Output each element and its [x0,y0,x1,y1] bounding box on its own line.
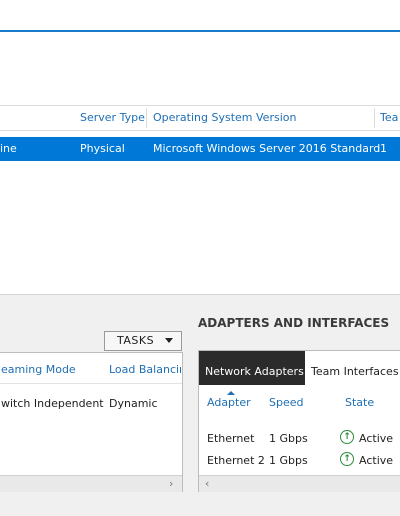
adapter-row[interactable]: Ethernet 2 1 Gbps ↑ Active [199,451,400,471]
adapter-speed: 1 Gbps [269,432,308,445]
column-header-state[interactable]: State [345,396,374,409]
adapters-panel: Network Adapters Team Interfaces Adapter… [198,350,400,492]
server-name: ine [0,142,17,155]
servers-table-header: Server Type Operating System Version Tea [0,105,400,131]
column-header-load-balancing[interactable]: Load Balancin [109,363,181,376]
horizontal-scrollbar[interactable]: › [0,475,182,492]
column-header-adapter[interactable]: Adapter [207,396,251,409]
sort-ascending-icon [227,391,235,395]
status-active-icon: ↑ [340,452,354,466]
tab-network-adapters-label: Network Adapters [205,365,304,378]
adapter-state: Active [359,432,394,445]
chevron-down-icon [165,338,173,343]
column-header-os-version[interactable]: Operating System Version [153,111,296,124]
server-row-selected[interactable]: ine Physical Microsoft Windows Server 20… [0,137,400,161]
os-version: Microsoft Windows Server 2016 Standard [153,142,381,155]
load-balancing-value: Dynamic [109,397,158,410]
server-type: Physical [80,142,125,155]
column-header-teams[interactable]: Tea [380,111,398,124]
section-divider [0,294,400,295]
servers-region [0,32,400,294]
column-header-server-type[interactable]: Server Type [80,111,145,124]
adapters-section-title: ADAPTERS AND INTERFACES [198,316,390,330]
column-header-teaming-mode[interactable]: eaming Mode [1,363,76,376]
adapter-speed: 1 Gbps [269,454,308,467]
tasks-dropdown[interactable]: TASKS [104,331,182,351]
teaming-mode-value: witch Independent [1,397,104,410]
team-count: 1 [380,142,387,155]
tab-team-interfaces-label: Team Interfaces [311,365,399,378]
adapter-name: Ethernet [207,432,255,445]
tab-team-interfaces[interactable]: Team Interfaces [305,351,400,385]
adapter-state: Active [359,454,394,467]
title-bar [0,0,400,32]
chevron-left-icon[interactable]: ‹ [205,477,209,490]
status-active-icon: ↑ [340,430,354,444]
adapter-name: Ethernet 2 [207,454,265,467]
column-header-speed[interactable]: Speed [269,396,303,409]
adapter-row[interactable]: Ethernet 1 Gbps ↑ Active [199,429,400,449]
teams-panel: eaming Mode Load Balancin witch Independ… [0,352,183,492]
tab-network-adapters[interactable]: Network Adapters [199,351,305,385]
horizontal-scrollbar[interactable]: ‹ [199,475,400,492]
tasks-label: TASKS [117,334,155,347]
chevron-right-icon[interactable]: › [169,477,173,490]
